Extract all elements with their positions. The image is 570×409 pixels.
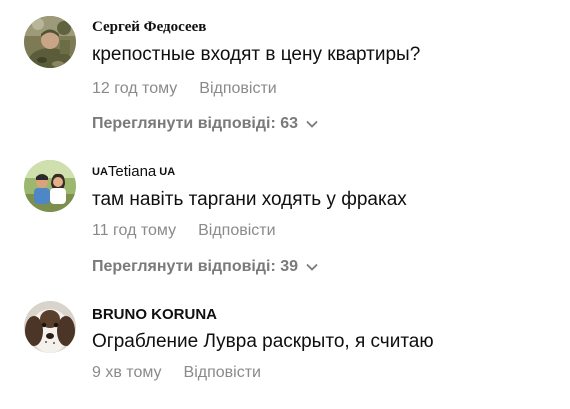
comment-author[interactable]: UATetiana UA (92, 163, 175, 180)
chevron-down-icon (306, 263, 318, 271)
comment-author-name: Tetiana (107, 163, 157, 180)
view-replies-button[interactable]: Переглянути відповіді: 63 (92, 115, 318, 133)
avatar[interactable] (24, 160, 76, 212)
comment-meta: 11 год тому Відповісти (92, 222, 276, 240)
reply-button[interactable]: Відповісти (184, 364, 261, 381)
view-replies-button[interactable]: Переглянути відповіді: 39 (92, 258, 318, 276)
comment-author[interactable]: BRUNO KORUNA (92, 306, 217, 323)
comment-timestamp[interactable]: 12 год тому (92, 80, 177, 97)
chevron-down-icon (306, 120, 318, 128)
person-in-camouflage-avatar (24, 16, 76, 68)
comment-timestamp[interactable]: 9 хв тому (92, 364, 162, 381)
comment-timestamp[interactable]: 11 год тому (92, 222, 176, 239)
comment-meta: 12 год тому Відповісти (92, 80, 277, 98)
avatar[interactable] (24, 301, 76, 353)
comment-text: Ограбление Лувра раскрыто, я считаю (92, 331, 434, 352)
reply-button[interactable]: Відповісти (198, 222, 275, 239)
ua-flag-label: UA (92, 166, 108, 178)
view-replies-label: Переглянути відповіді: 63 (92, 115, 299, 132)
ua-flag-label: UA (159, 166, 176, 178)
comment-text: крепостные входят в цену квартиры? (92, 44, 421, 65)
spaniel-dog-avatar (24, 301, 76, 353)
comment-author[interactable]: Сергей Федосеев (92, 19, 206, 36)
avatar[interactable] (24, 16, 76, 68)
two-people-outdoors-avatar (24, 160, 76, 212)
comment-meta: 9 хв тому Відповісти (92, 364, 261, 382)
comment-text: там навіть таргани ходять у фраках (92, 189, 407, 210)
reply-button[interactable]: Відповісти (199, 80, 276, 97)
view-replies-label: Переглянути відповіді: 39 (92, 258, 299, 275)
